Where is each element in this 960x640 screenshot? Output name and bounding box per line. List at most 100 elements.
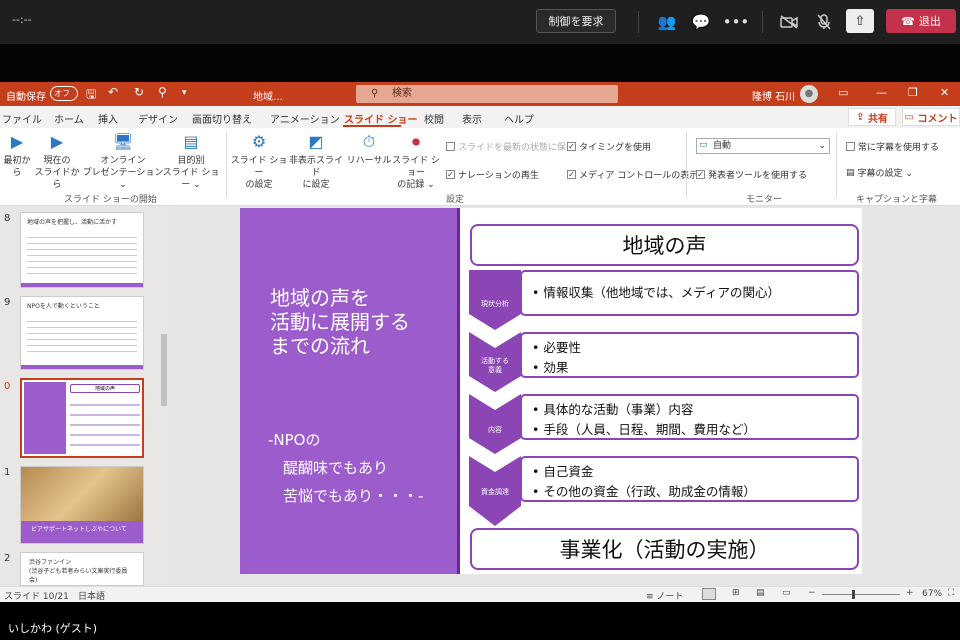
share-icon: ⇪ [856, 111, 865, 123]
minimize-icon[interactable]: — [876, 86, 887, 99]
tab-slideshow[interactable]: スライド ショー [344, 111, 417, 126]
slide-thumbnail-pane: 8 地域の声を把握し、活動に活かす 9 NPOを人で動くということ 0 地域の声… [0, 206, 172, 586]
camera-off-icon[interactable] [778, 11, 800, 33]
restore-icon[interactable]: ❐ [908, 86, 918, 99]
avatar[interactable]: ● [800, 85, 818, 103]
slideshow-view-icon[interactable]: ▭ [782, 588, 791, 598]
slide-thumbnail-10-selected[interactable]: 地域の声 [20, 378, 144, 458]
comments-button[interactable]: ▭ コメント [902, 108, 960, 126]
comment-icon: ▭ [904, 111, 914, 123]
flow-step-item: • 必要性 [532, 340, 581, 355]
leave-button[interactable]: ☎ 退出 [886, 9, 956, 33]
normal-view-icon[interactable] [702, 588, 716, 600]
presenter-view-checkbox[interactable]: ✓ 発表者ツールを使用する [696, 168, 807, 181]
slide-thumbnail-12[interactable]: 渋谷ファンイン (渋谷子ども若者みらい文庫実行委員会) [20, 552, 144, 586]
undo-icon[interactable]: ↶ [108, 85, 118, 99]
hangup-icon: ☎ [901, 14, 915, 28]
tab-help[interactable]: ヘルプ [504, 111, 534, 126]
notes-button[interactable]: ≡ ノート [646, 589, 683, 602]
record-slideshow-button[interactable]: ⏺ スライド ショー の記録 ⌄ [388, 132, 444, 191]
zoom-in-icon[interactable]: + [906, 588, 914, 598]
slide-thumbnail-9[interactable]: NPOを人で動くということ [20, 296, 144, 370]
tab-design[interactable]: デザイン [138, 111, 178, 126]
group-divider [686, 132, 687, 198]
flow-step-item: • 具体的な活動（事業）内容 [532, 402, 694, 417]
play-from-start-icon: ▶ [10, 132, 24, 151]
meeting-bottom-bar: いしかわ (ゲスト) [0, 602, 960, 640]
tab-file[interactable]: ファイル [2, 111, 42, 126]
request-control-button[interactable]: 制御を要求 [536, 9, 616, 33]
autosave-toggle[interactable]: オフ [50, 86, 78, 101]
search-box[interactable]: ⚲ 検索 [356, 85, 618, 103]
more-options-icon[interactable]: ••• [723, 11, 750, 33]
chat-icon[interactable]: 💬 [690, 11, 712, 33]
slide-thumbnail-8[interactable]: 地域の声を把握し、活動に活かす [20, 212, 144, 288]
slide-thumbnail-11[interactable]: ピアサポートネットしぶやについて [20, 466, 144, 544]
tab-transitions[interactable]: 画面切り替え [192, 111, 252, 126]
flow-step-label: 内容 [488, 426, 502, 434]
media-controls-checkbox[interactable]: ✓ メディア コントロールの表示 [567, 168, 698, 181]
custom-show-button[interactable]: ▤ 目的別 スライド ショー ⌄ [160, 132, 222, 191]
share-button[interactable]: ⇪ 共有 [848, 108, 896, 126]
language-indicator[interactable]: 日本語 [78, 589, 105, 602]
scrollbar-thumb[interactable] [161, 334, 167, 406]
zoom-level[interactable]: 67% [922, 589, 942, 599]
customize-qat-icon[interactable]: ▾ [182, 88, 187, 98]
rehearse-timings-button[interactable]: ⏱ リハーサル [346, 132, 392, 167]
zoom-slider[interactable] [822, 594, 900, 595]
record-icon: ⏺ [411, 132, 420, 151]
flow-step-label: 活動する 意義 [481, 357, 509, 374]
close-icon[interactable]: ✕ [940, 86, 949, 99]
redo-icon[interactable]: ↻ [134, 85, 144, 99]
slide-sorter-icon[interactable]: ⊞ [732, 588, 740, 598]
from-beginning-button[interactable]: ▶ 最初から [0, 132, 34, 179]
always-captions-checkbox[interactable]: 常に字幕を使用する [846, 140, 939, 153]
save-icon[interactable]: 🖫 [86, 85, 96, 106]
flow-step-box-3: • 具体的な活動（事業）内容 • 手段（人員、日程、期間、費用など） [520, 394, 859, 440]
toolbar-divider [638, 11, 639, 33]
tab-review[interactable]: 校閲 [424, 111, 444, 126]
ribbon-display-icon[interactable]: ▭ [838, 86, 848, 99]
hide-slide-icon: ◩ [308, 132, 324, 151]
group-divider [836, 132, 837, 198]
present-online-button[interactable]: 🖥 オンライン プレゼンテーション ⌄ [82, 132, 164, 191]
tab-animations[interactable]: アニメーション [270, 111, 340, 126]
caption-settings-button[interactable]: ▤ 字幕の設定 ⌄ [846, 166, 913, 180]
thumbnail-number: 9 [4, 297, 11, 308]
tab-view[interactable]: 表示 [462, 111, 482, 126]
narration-checkbox[interactable]: ✓ ナレーションの再生 [446, 168, 539, 181]
group-divider [226, 132, 227, 198]
group-label-captions: キャプションと字幕 [856, 195, 938, 205]
from-current-button[interactable]: ▶ 現在の スライドから [34, 132, 80, 191]
user-name[interactable]: 隆博 石川 [752, 88, 795, 103]
tab-home[interactable]: ホーム [54, 111, 84, 126]
setup-slideshow-button[interactable]: ⚙ スライド ショー の設定 [228, 132, 290, 191]
thumbnail-footer-bar [21, 365, 143, 369]
flow-step-item: • 自己資金 [532, 464, 594, 479]
keep-updated-checkbox[interactable]: スライドを最新の状態に保つ [446, 140, 575, 153]
monitor-select[interactable]: 自動 ⌄ [696, 138, 830, 154]
reading-view-icon[interactable]: ▤ [756, 588, 765, 598]
tab-insert[interactable]: 挿入 [98, 111, 118, 126]
fit-to-window-icon[interactable]: ⛶ [948, 588, 954, 598]
meeting-timer: --:-- [12, 13, 32, 26]
flow-step-label: 資金調達 [481, 488, 509, 496]
mic-off-icon[interactable] [813, 11, 835, 33]
file-name[interactable]: 地域… [253, 88, 283, 103]
status-bar: スライド 10/21 日本語 ≡ ノート ⊞ ▤ ▭ − + 67% ⛶ [0, 586, 960, 602]
slide-canvas[interactable]: 地域の声を 活動に展開する までの流れ -NPOの 醍醐味でもあり 苦悩でもあり… [240, 208, 862, 574]
captions-icon: ▤ [846, 167, 855, 178]
hide-slide-button[interactable]: ◩ 非表示スライド に設定 [286, 132, 346, 191]
timings-checkbox[interactable]: ✓ タイミングを使用 [567, 140, 651, 153]
group-label-start: スライド ショーの開始 [64, 195, 157, 205]
zoom-slider-thumb[interactable] [852, 590, 855, 599]
zoom-out-icon[interactable]: − [808, 588, 816, 598]
rehearse-icon: ⏱ [362, 132, 376, 151]
slideshow-icon[interactable]: ⚲ [158, 85, 167, 99]
toolbar-divider [762, 11, 763, 33]
participants-icon[interactable]: 👥 [656, 11, 678, 33]
share-screen-button[interactable]: ⇧ [846, 9, 874, 33]
slide-left-panel [240, 208, 457, 574]
flow-header-box: 地域の声 [470, 224, 859, 266]
thumbnail-purple-panel [24, 382, 66, 454]
